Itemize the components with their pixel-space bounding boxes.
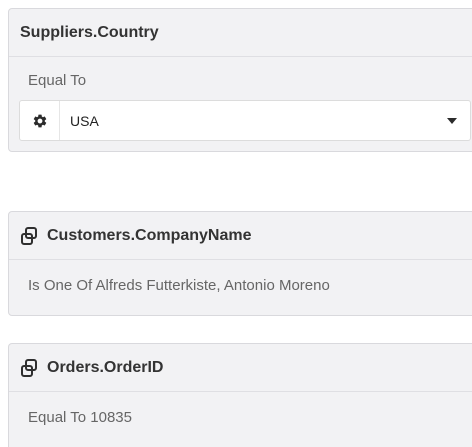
filter-condition: Is One Of Alfreds Futterkiste, Antonio M… — [28, 277, 330, 294]
selected-country: USA — [70, 112, 99, 129]
filter-condition: Equal To — [28, 72, 87, 89]
gear-button[interactable] — [20, 101, 60, 140]
filter-card-customers-companyname[interactable]: Customers.CompanyName Is One Of Alfreds … — [8, 211, 472, 316]
filter-card-suppliers-country[interactable]: Suppliers.Country Equal To USA — [8, 8, 472, 152]
filter-card-orders-orderid[interactable]: Orders.OrderID Equal To 10835 — [8, 343, 472, 447]
filter-title: Customers.CompanyName — [47, 226, 252, 244]
filter-condition: Equal To 10835 — [28, 409, 132, 426]
filter-title: Orders.OrderID — [47, 358, 164, 376]
filter-title: Suppliers.Country — [20, 23, 159, 41]
country-select[interactable]: USA — [19, 100, 471, 141]
gear-icon — [33, 114, 46, 127]
filter-card-header: Suppliers.Country — [9, 9, 472, 57]
filter-card-header: Customers.CompanyName — [9, 212, 472, 260]
link-icon — [21, 226, 37, 245]
chevron-down-icon[interactable] — [446, 115, 458, 127]
filter-card-header: Orders.OrderID — [9, 344, 472, 392]
link-icon — [21, 358, 37, 377]
